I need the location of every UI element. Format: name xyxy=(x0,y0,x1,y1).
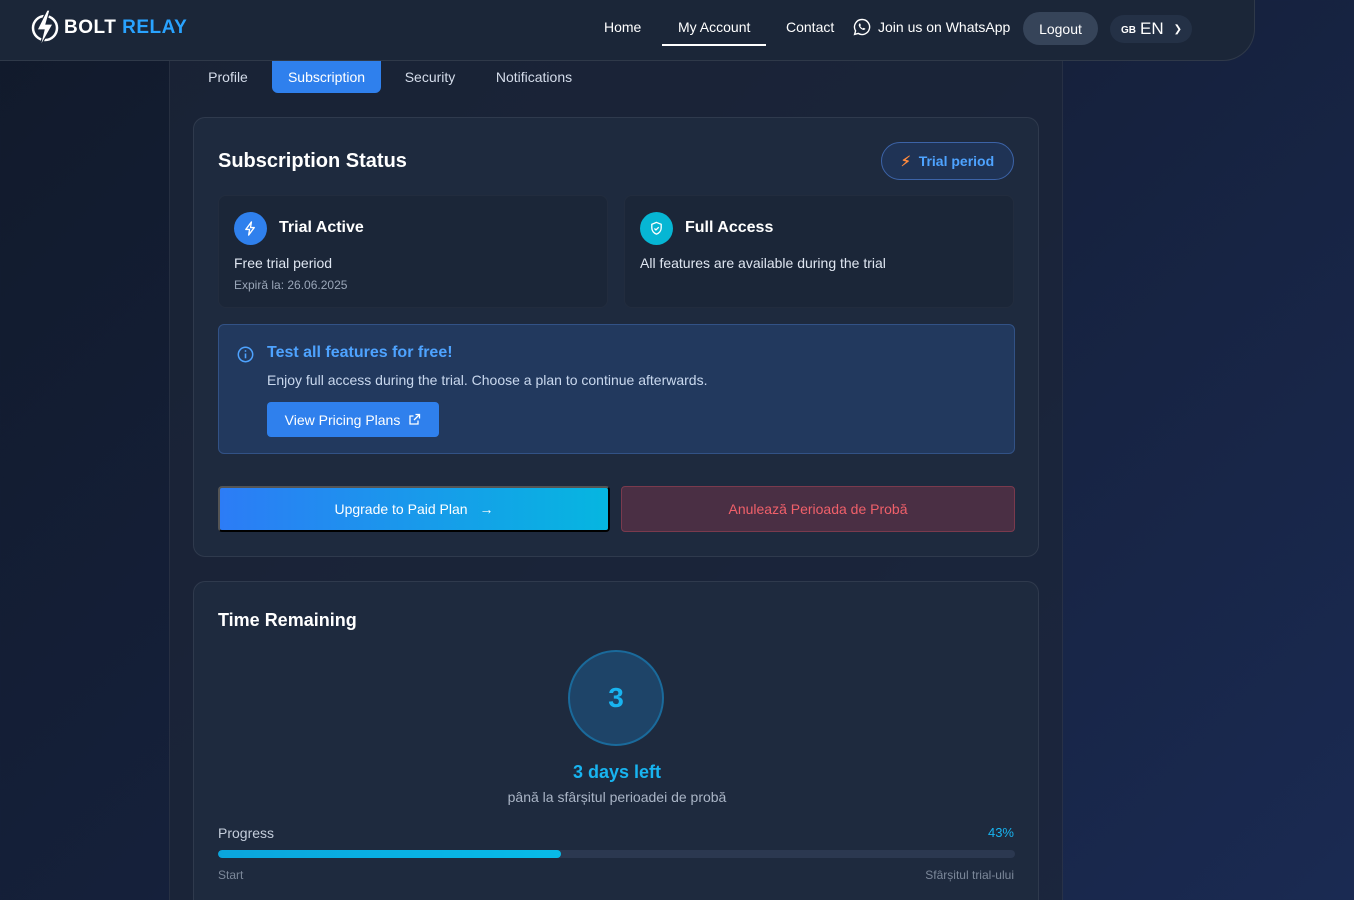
promo-description: Enjoy full access during the trial. Choo… xyxy=(267,372,708,388)
nav-home[interactable]: Home xyxy=(604,19,641,35)
progress-bar xyxy=(218,850,1015,858)
language-code: EN xyxy=(1140,19,1164,38)
days-remaining-circle: 3 xyxy=(568,650,664,746)
brand-name-part1: BOLT xyxy=(64,17,117,38)
lightning-icon: ⚡︎ xyxy=(900,152,911,169)
cancel-trial-button[interactable]: Anulează Perioada de Probă xyxy=(621,486,1015,532)
logout-button[interactable]: Logout xyxy=(1023,12,1098,45)
progress-label: Progress xyxy=(218,825,275,841)
tab-subscription[interactable]: Subscription xyxy=(272,61,381,93)
progress-start-label: Start xyxy=(218,868,244,882)
full-access-box: Full Access All features are available d… xyxy=(624,195,1014,308)
external-link-icon xyxy=(409,413,421,425)
upgrade-to-paid-plan-button[interactable]: Upgrade to Paid Plan → xyxy=(218,486,610,532)
whatsapp-label: Join us on WhatsApp xyxy=(878,19,1011,35)
subscription-status-card: Subscription Status ⚡︎ Trial period Tria… xyxy=(193,117,1039,557)
progress-bar-fill xyxy=(218,850,561,858)
tab-security[interactable]: Security xyxy=(390,61,470,93)
progress-percent: 43% xyxy=(987,825,1014,840)
flag-icon: GB xyxy=(1121,24,1136,36)
view-pricing-plans-button[interactable]: View Pricing Plans xyxy=(267,402,439,437)
brand-name: BOLT RELAY xyxy=(64,17,187,39)
shield-check-icon xyxy=(640,212,673,245)
progress-end-label: Sfârșitul trial-ului xyxy=(925,868,1014,882)
nav-my-account[interactable]: My Account xyxy=(661,19,767,46)
language-selector[interactable]: GB EN ❯ xyxy=(1110,15,1192,43)
whatsapp-icon xyxy=(853,18,871,36)
days-left-text: 3 days left xyxy=(572,762,662,782)
brand-logo[interactable]: BOLT RELAY xyxy=(30,7,187,49)
trial-active-desc: Free trial period xyxy=(234,255,333,271)
chevron-down-icon: ❯ xyxy=(1173,23,1183,35)
time-remaining-card: Time Remaining 3 3 days left până la sfâ… xyxy=(193,581,1039,900)
lightning-icon xyxy=(234,212,267,245)
trial-period-label: Trial period xyxy=(918,153,995,169)
arrow-right-icon: → xyxy=(479,501,494,517)
nav-contact[interactable]: Contact xyxy=(786,19,834,35)
bolt-logo-icon xyxy=(31,9,59,48)
free-trial-promo: Test all features for free! Enjoy full a… xyxy=(218,324,1015,454)
promo-title: Test all features for free! xyxy=(267,344,453,361)
trial-expiry-date: Expiră la: 26.06.2025 xyxy=(234,278,348,292)
nav-whatsapp[interactable]: Join us on WhatsApp xyxy=(853,18,1010,36)
full-access-desc: All features are available during the tr… xyxy=(640,255,886,271)
tab-notifications[interactable]: Notifications xyxy=(480,61,588,93)
subscription-status-title: Subscription Status xyxy=(218,150,407,172)
days-left-subtitle: până la sfârșitul perioadei de probă xyxy=(507,789,727,805)
trial-active-title: Trial Active xyxy=(279,219,364,236)
time-remaining-title: Time Remaining xyxy=(218,610,357,630)
trial-period-badge: ⚡︎ Trial period xyxy=(881,142,1014,180)
view-pricing-plans-label: View Pricing Plans xyxy=(284,411,401,428)
brand-name-part2: RELAY xyxy=(122,17,188,38)
top-navbar: BOLT RELAY Home My Account Contact Join … xyxy=(0,0,1255,61)
tab-profile[interactable]: Profile xyxy=(193,61,263,93)
full-access-title: Full Access xyxy=(685,219,774,236)
info-icon xyxy=(237,346,254,363)
trial-active-box: Trial Active Free trial period Expiră la… xyxy=(218,195,608,308)
upgrade-label: Upgrade to Paid Plan xyxy=(334,501,468,517)
